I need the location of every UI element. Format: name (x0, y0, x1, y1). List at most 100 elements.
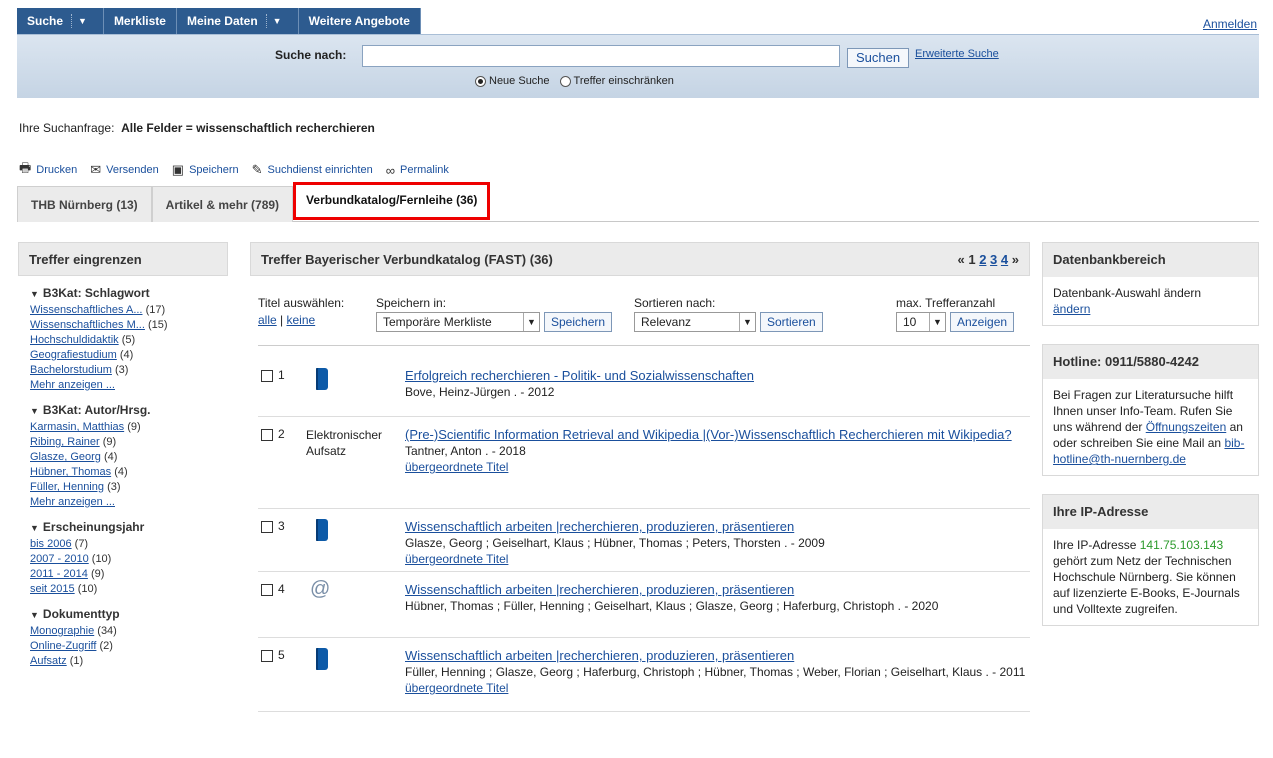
facet-item-count: (1) (69, 655, 84, 667)
result-checkbox[interactable] (261, 650, 273, 662)
search-input[interactable] (362, 45, 840, 67)
facet-item-link[interactable]: Ribing, Rainer (30, 436, 100, 448)
result-row: 1 Erfolgreich recherchieren - Politik- un… (258, 346, 1030, 417)
facet-group-title[interactable]: ▼ Dokumenttyp (30, 607, 228, 621)
book-icon (316, 368, 328, 390)
result-checkbox[interactable] (261, 521, 273, 533)
alert-button[interactable]: ✎ Suchdienst einrichten (252, 162, 373, 178)
facet-item: seit 2015 (10) (30, 582, 228, 597)
facet-item-link[interactable]: Hochschuldidaktik (30, 334, 119, 346)
radio-refine-search[interactable]: Treffer einschränken (559, 75, 674, 87)
facet-item-link[interactable]: Karmasin, Matthias (30, 421, 124, 433)
save-to-label: Speichern in: (376, 296, 447, 310)
select-none-link[interactable]: keine (286, 313, 315, 327)
facet-item-count: (9) (102, 436, 117, 448)
facet-item-link[interactable]: 2011 - 2014 (30, 568, 88, 580)
result-title-link[interactable]: Wissenschaftlich arbeiten |recherchieren… (405, 648, 794, 663)
send-button[interactable]: ✉ Versenden (90, 162, 159, 178)
result-body: Wissenschaftlich arbeiten |recherchieren… (405, 519, 1030, 567)
link-icon: ∞ (385, 162, 395, 178)
save-results-button[interactable]: Speichern (544, 312, 613, 332)
result-row: 4 @ Wissenschaftlich arbeiten |recherchier… (258, 572, 1030, 638)
permalink-button[interactable]: ∞ Permalink (386, 163, 449, 178)
result-title-link[interactable]: Wissenschaftlich arbeiten |recherchieren… (405, 582, 794, 597)
page-prev[interactable]: « (957, 252, 964, 267)
parent-title-link[interactable]: übergeordnete Titel (405, 552, 508, 566)
triangle-down-icon: ▼ (30, 289, 39, 299)
radio-new-search[interactable]: Neue Suche (475, 75, 550, 87)
result-body: (Pre-)Scientific Information Retrieval a… (405, 427, 1030, 475)
result-title-link[interactable]: Erfolgreich recherchieren - Politik- und… (405, 368, 754, 383)
tab-artikel-mehr[interactable]: Artikel & mehr (789) (151, 186, 294, 222)
page-next[interactable]: » (1012, 252, 1019, 267)
opening-hours-link[interactable]: Öffnungszeiten (1146, 420, 1227, 434)
result-checkbox[interactable] (261, 370, 273, 382)
login-link[interactable]: Anmelden (1203, 17, 1257, 31)
facet-item-link[interactable]: Monographie (30, 625, 94, 637)
facet-item-link[interactable]: Bachelorstudium (30, 364, 112, 376)
result-meta: Tantner, Anton . - 2018 (405, 444, 526, 458)
save-button[interactable]: ▣ Speichern (172, 162, 239, 178)
hotline-box: Hotline: 0911/5880-4242 Bei Fragen zur L… (1042, 344, 1259, 476)
menu-meine-daten[interactable]: Meine Daten ▼ (177, 8, 299, 34)
result-title-link[interactable]: (Pre-)Scientific Information Retrieval a… (405, 427, 1012, 442)
search-button[interactable]: Suchen (847, 48, 910, 68)
sort-value: Relevanz (641, 315, 692, 329)
result-body: Erfolgreich recherchieren - Politik- und… (405, 368, 1030, 400)
facet-item-link[interactable]: Mehr anzeigen ... (30, 496, 115, 508)
tab-thb-nuernberg[interactable]: THB Nürnberg (13) (17, 186, 152, 222)
facet-item-link[interactable]: Mehr anzeigen ... (30, 379, 115, 391)
search-label: Suche nach: (275, 48, 347, 62)
result-checkbox[interactable] (261, 584, 273, 596)
facet-item-link[interactable]: Wissenschaftliches A... (30, 304, 143, 316)
sort-select[interactable]: Relevanz ▼ (634, 312, 756, 332)
facet-item-link[interactable]: Geografiestudium (30, 349, 117, 361)
database-change-link[interactable]: ändern (1053, 302, 1090, 316)
result-row: 3 Wissenschaftlich arbeiten |recherchiere… (258, 509, 1030, 572)
select-all-link[interactable]: alle (258, 313, 277, 327)
ebook-icon: @ (310, 578, 331, 600)
menu-weitere-angebote[interactable]: Weitere Angebote (299, 8, 421, 34)
floppy-icon: ▣ (171, 162, 185, 177)
parent-title-link[interactable]: übergeordnete Titel (405, 460, 508, 474)
print-button[interactable]: 🖶 Drucken (19, 159, 77, 181)
facet-item-link[interactable]: Glasze, Georg (30, 451, 101, 463)
result-checkbox[interactable] (261, 429, 273, 441)
facet-item-link[interactable]: bis 2006 (30, 538, 72, 550)
result-title-link[interactable]: Wissenschaftlich arbeiten |recherchieren… (405, 519, 794, 534)
parent-title-link[interactable]: übergeordnete Titel (405, 681, 508, 695)
facet-group-title[interactable]: ▼ Erscheinungsjahr (30, 520, 228, 534)
result-meta: Glasze, Georg ; Geiselhart, Klaus ; Hübn… (405, 536, 825, 550)
result-body: Wissenschaftlich arbeiten |recherchieren… (405, 648, 1030, 696)
facet-item-link[interactable]: Online-Zugriff (30, 640, 96, 652)
sort-button[interactable]: Sortieren (760, 312, 823, 332)
show-button[interactable]: Anzeigen (950, 312, 1015, 332)
search-bar: Suche nach: Suchen Erweiterte Suche Neue… (17, 34, 1259, 98)
advanced-search-link[interactable]: Erweiterte Suche (915, 48, 999, 60)
permalink-label: Permalink (399, 164, 449, 176)
save-target-select[interactable]: Temporäre Merkliste ▼ (376, 312, 540, 332)
page-link[interactable]: 4 (1001, 252, 1008, 267)
facet-item: Hübner, Thomas (4) (30, 465, 228, 480)
chevron-down-icon[interactable]: ▼ (71, 14, 93, 28)
result-meta: Hübner, Thomas ; Füller, Henning ; Geise… (405, 599, 939, 613)
menu-suche[interactable]: Suche ▼ (17, 8, 104, 34)
facet-group-title[interactable]: ▼ B3Kat: Autor/Hrsg. (30, 403, 228, 417)
facet-item: Monographie (34) (30, 624, 228, 639)
facet-item-link[interactable]: Hübner, Thomas (30, 466, 111, 478)
facet-item-link[interactable]: seit 2015 (30, 583, 75, 595)
facet-item-link[interactable]: Wissenschaftliches M... (30, 319, 145, 331)
tab-verbundkatalog[interactable]: Verbundkatalog/Fernleihe (36) (293, 182, 491, 220)
chevron-down-icon[interactable]: ▼ (265, 14, 288, 28)
database-text: Datenbank-Auswahl ändern (1053, 286, 1202, 300)
result-number: 3 (278, 519, 285, 533)
page-link[interactable]: 3 (990, 252, 997, 267)
facet-item: 2007 - 2010 (10) (30, 552, 228, 567)
menu-merkliste[interactable]: Merkliste (104, 8, 177, 34)
facet-item-link[interactable]: 2007 - 2010 (30, 553, 89, 565)
page-link[interactable]: 2 (979, 252, 986, 267)
facet-item-link[interactable]: Füller, Henning (30, 481, 104, 493)
facet-group-title[interactable]: ▼ B3Kat: Schlagwort (30, 286, 228, 300)
max-select[interactable]: 10 ▼ (896, 312, 946, 332)
facet-item-link[interactable]: Aufsatz (30, 655, 67, 667)
